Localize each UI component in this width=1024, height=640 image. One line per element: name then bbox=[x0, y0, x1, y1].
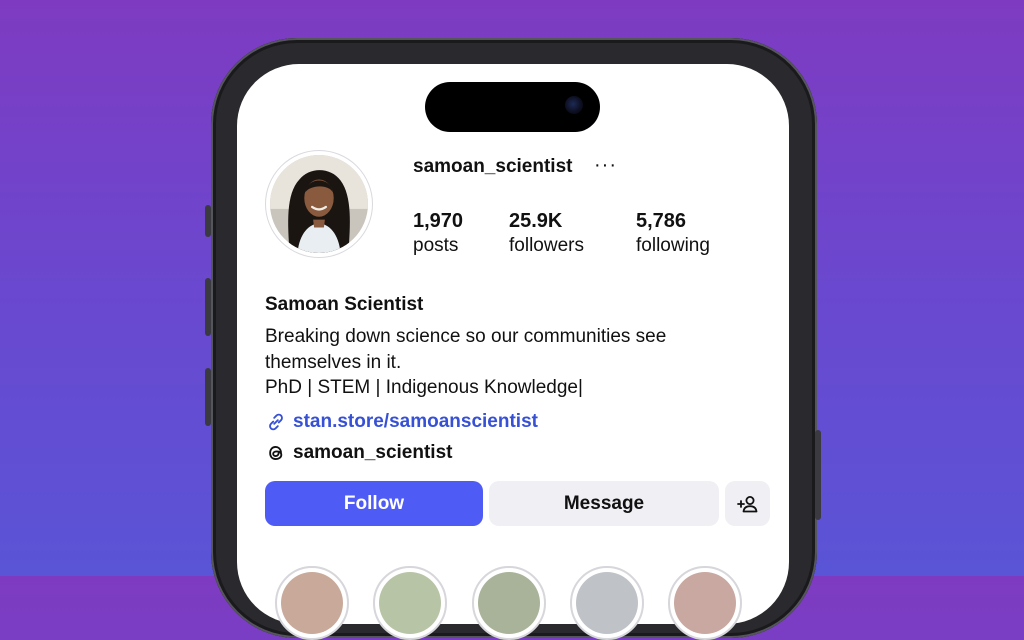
profile-avatar[interactable] bbox=[265, 150, 373, 258]
stat-followers-label: followers bbox=[509, 235, 584, 256]
stat-following-value: 5,786 bbox=[636, 210, 687, 232]
stat-posts-value: 1,970 bbox=[413, 210, 464, 232]
add-person-button[interactable] bbox=[725, 481, 770, 526]
profile-display-name: Samoan Scientist bbox=[265, 294, 424, 315]
profile-link[interactable]: stan.store/samoanscientist bbox=[265, 411, 538, 433]
threads-badge[interactable]: samoan_scientist bbox=[265, 442, 452, 464]
front-camera bbox=[565, 96, 583, 114]
profile-link-text[interactable]: stan.store/samoanscientist bbox=[293, 411, 538, 433]
stat-posts[interactable]: 1,970 posts bbox=[413, 209, 463, 259]
story-highlight[interactable] bbox=[373, 566, 447, 640]
phone-side-button-left-bottom bbox=[205, 368, 211, 426]
stat-following-label: following bbox=[636, 235, 710, 256]
phone-side-button-right bbox=[815, 430, 821, 520]
story-highlight[interactable] bbox=[275, 566, 349, 640]
phone-side-button-left-top bbox=[205, 205, 211, 237]
follow-button[interactable]: Follow bbox=[265, 481, 483, 526]
stat-followers[interactable]: 25.9K followers bbox=[509, 209, 584, 259]
link-icon bbox=[269, 413, 283, 431]
stat-following[interactable]: 5,786 following bbox=[636, 209, 710, 259]
stat-followers-value: 25.9K bbox=[509, 210, 563, 232]
more-horizontal-icon[interactable]: ··· bbox=[594, 154, 617, 177]
person-add-icon bbox=[736, 495, 757, 512]
story-highlight[interactable] bbox=[570, 566, 644, 640]
message-button[interactable]: Message bbox=[489, 481, 719, 526]
stat-posts-label: posts bbox=[413, 235, 459, 256]
profile-bio: Breaking down science so our communities… bbox=[265, 324, 765, 401]
threads-handle: samoan_scientist bbox=[293, 442, 453, 463]
profile-username: samoan_scientist bbox=[413, 156, 573, 177]
story-highlight[interactable] bbox=[668, 566, 742, 640]
bio-line: Breaking down science so our communities… bbox=[265, 326, 667, 347]
bio-line: PhD | STEM | Indigenous Knowledge| bbox=[265, 377, 583, 398]
avatar-photo bbox=[270, 155, 368, 253]
phone-side-button-left-mid bbox=[205, 278, 211, 336]
threads-icon bbox=[269, 446, 283, 460]
story-highlight[interactable] bbox=[472, 566, 546, 640]
bio-line: themselves in it. bbox=[265, 351, 402, 373]
